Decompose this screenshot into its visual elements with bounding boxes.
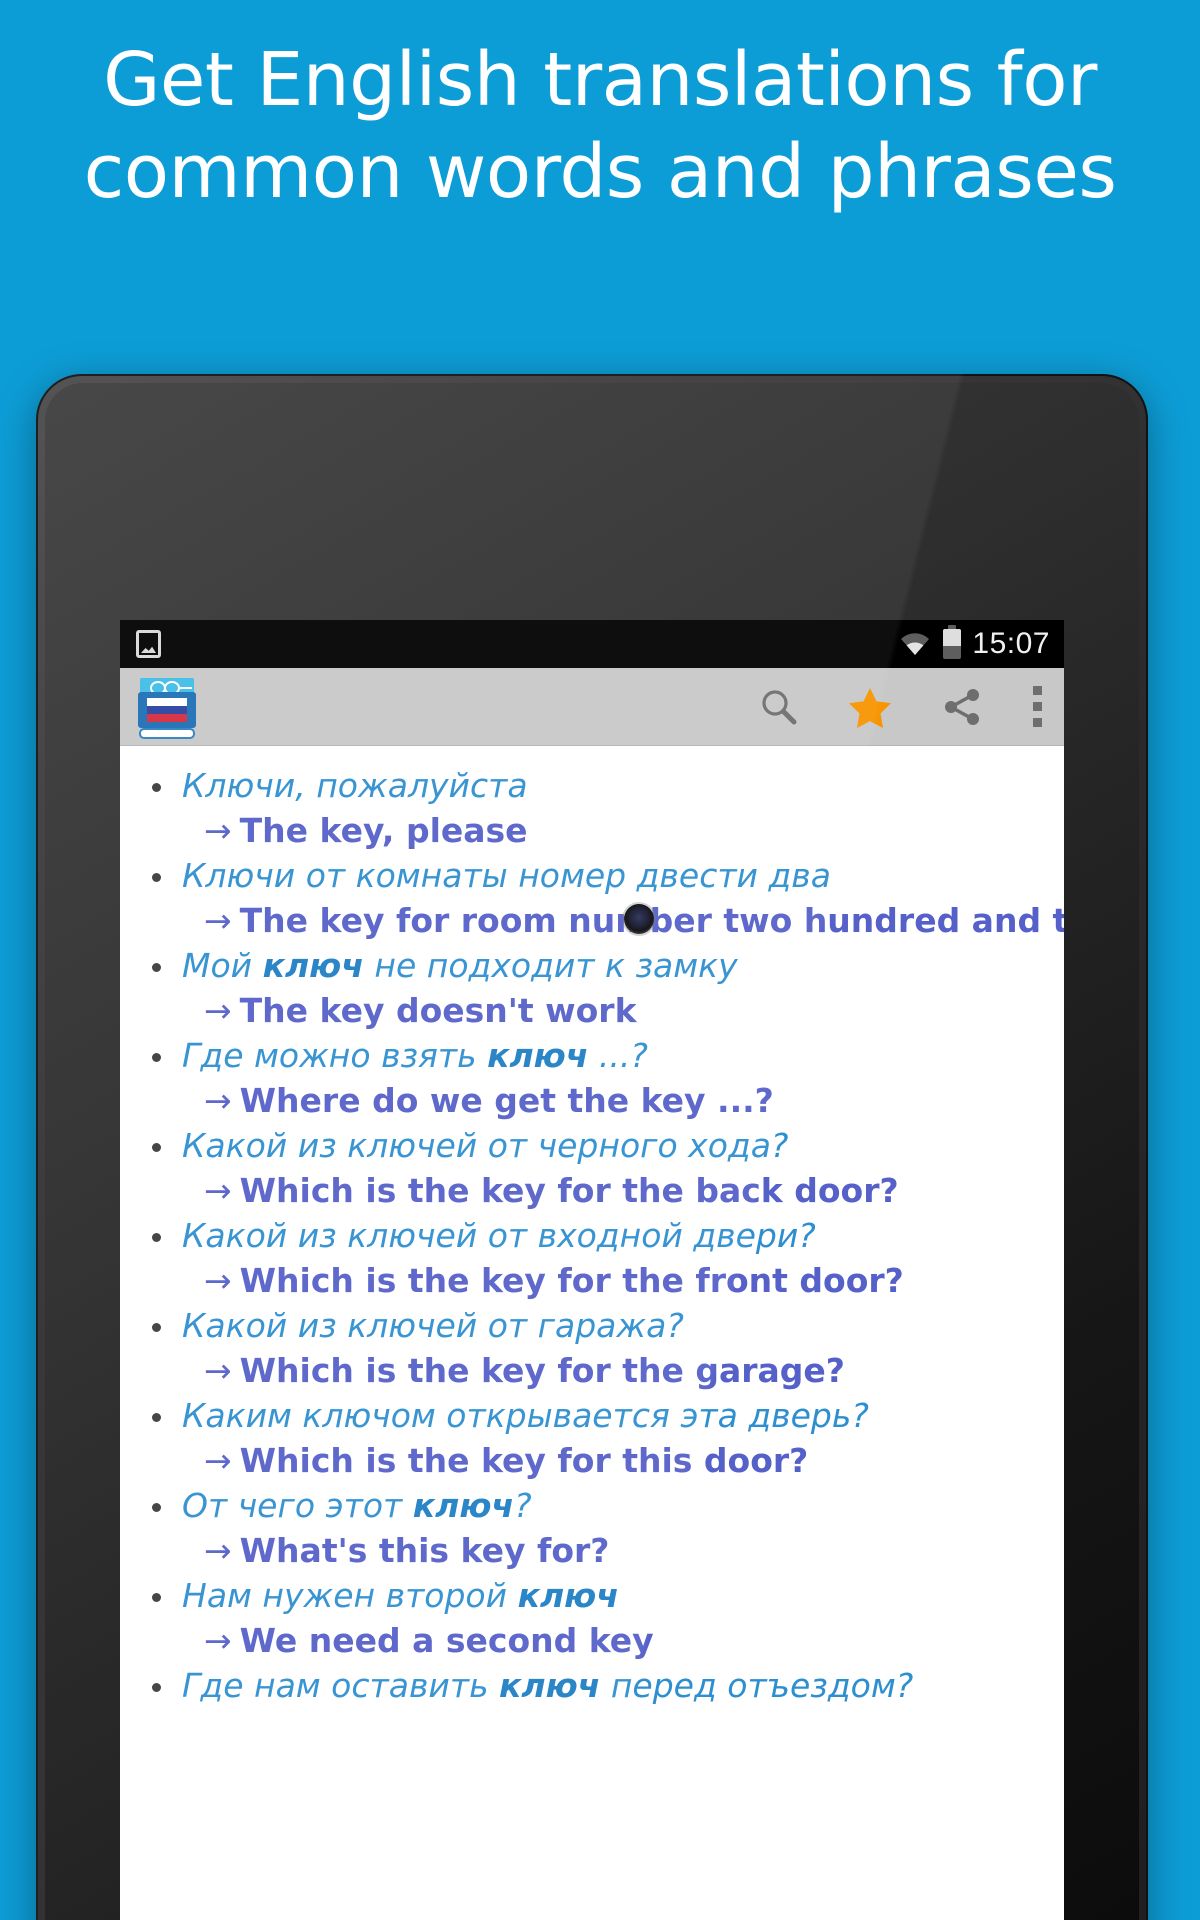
phrase-source-russian: Нам нужен второй ключ [120,1574,1050,1618]
wifi-icon [898,631,932,657]
device-mockup: 15:07 Ключи, пожалуйста → The key, pleas… [36,374,1148,1920]
list-item[interactable]: Ключи, пожалуйста → The key, please [120,764,1064,854]
phrase-translation-english: →The key for room number two hundred and… [204,901,1064,940]
phrase-source-russian: Где нам оставить ключ перед отъездом? [120,1664,1050,1708]
phrase-source-russian: Какой из ключей от гаража? [120,1304,1050,1348]
phrase-source-russian: От чего этот ключ? [120,1484,1050,1528]
phrase-translation-english: → Which is the key for the back door? [204,1171,899,1210]
image-icon [136,630,161,658]
arrow-icon: → [204,1171,232,1210]
list-item[interactable]: Мой ключ не подходит к замку → The key doe… [120,944,1064,1034]
phrase-translation-english: → Which is the key for this door? [204,1441,809,1480]
arrow-icon: → [204,1261,232,1300]
status-bar-clock: 15:07 [972,627,1050,660]
phrase-translation-english: → Which is the key for the front door? [204,1261,904,1300]
phrase-list-container[interactable]: Ключи, пожалуйста → The key, please Ключи о… [120,746,1064,1920]
phrase-translation-english: → Where do we get the key ...? [204,1081,774,1120]
phrase-source-russian: Ключи, пожалуйста [120,764,1050,808]
phrase-translation-english: → What's this key for? [204,1531,610,1570]
phrase-source-russian: Каким ключом открывается эта дверь? [120,1394,1050,1438]
share-button[interactable] [942,687,982,727]
phrase-translation-english: → The key, please [204,811,528,850]
highlighted-keyword: ключ [412,1486,515,1525]
front-camera-icon [624,904,654,934]
highlighted-keyword: ключ [262,946,364,985]
phrase-list: Ключи, пожалуйста → The key, please Ключи о… [120,764,1064,1708]
arrow-icon: → [204,1351,232,1390]
list-item[interactable]: Где можно взять ключ ...? → Where do we ge… [120,1034,1064,1124]
phrase-source-russian: Какой из ключей от входной двери? [120,1214,1050,1258]
list-item[interactable]: От чего этот ключ? → What's this key for? [120,1484,1064,1574]
status-bar-right: 15:07 [898,625,1050,660]
app-bar [120,668,1064,746]
overflow-menu-icon [1032,686,1042,727]
list-item[interactable]: Какой из ключей от черного хода? → Which i… [120,1124,1064,1214]
status-bar-left [136,630,161,658]
favorites-button[interactable] [848,685,892,729]
phrase-translation-english: → We need a second key [204,1621,654,1660]
highlighted-keyword: ключ [487,1036,589,1075]
phrase-source-russian: Мой ключ не подходит к замку [120,944,1050,988]
phrase-source-russian: Какой из ключей от черного хода? [120,1124,1050,1168]
phrase-source-russian: Где можно взять ключ ...? [120,1034,1050,1078]
share-icon [942,687,982,727]
phrase-source-russian: Ключи от комнаты номер двести два [120,854,1050,898]
list-item[interactable]: Каким ключом открывается эта дверь? → Whic… [120,1394,1064,1484]
list-item[interactable]: Нам нужен второй ключ → We need a second k… [120,1574,1064,1664]
list-item[interactable]: Где нам оставить ключ перед отъездом? [120,1664,1064,1708]
arrow-icon: → [204,991,232,1030]
list-item[interactable]: Ключи от комнаты номер двести два → The ke… [120,854,1064,944]
page-title: Get English translations for common word… [83,37,1117,215]
app-bar-actions [758,685,1042,729]
search-icon [758,687,798,727]
highlighted-keyword: ключ [499,1666,601,1705]
arrow-icon: → [204,1441,232,1480]
arrow-icon: → [204,901,232,940]
phrase-translation-english: → Which is the key for the garage? [204,1351,845,1390]
list-item[interactable]: Какой из ключей от гаража? → Which is the … [120,1304,1064,1394]
dictionary-book-icon [136,674,198,740]
arrow-icon: → [204,1531,232,1570]
arrow-icon: → [204,1081,232,1120]
arrow-icon: → [204,1621,232,1660]
device-screen: 15:07 Ключи, пожалуйста → The key, pleas… [120,620,1064,1920]
overflow-menu-button[interactable] [1032,686,1042,727]
phrase-translation-english: → The key doesn't work [204,991,637,1030]
search-button[interactable] [758,687,798,727]
highlighted-keyword: ключ [517,1576,619,1615]
status-bar: 15:07 [120,620,1064,668]
battery-icon [943,625,962,659]
list-item[interactable]: Какой из ключей от входной двери? → Which … [120,1214,1064,1304]
star-icon [848,685,892,729]
arrow-icon: → [204,811,232,850]
